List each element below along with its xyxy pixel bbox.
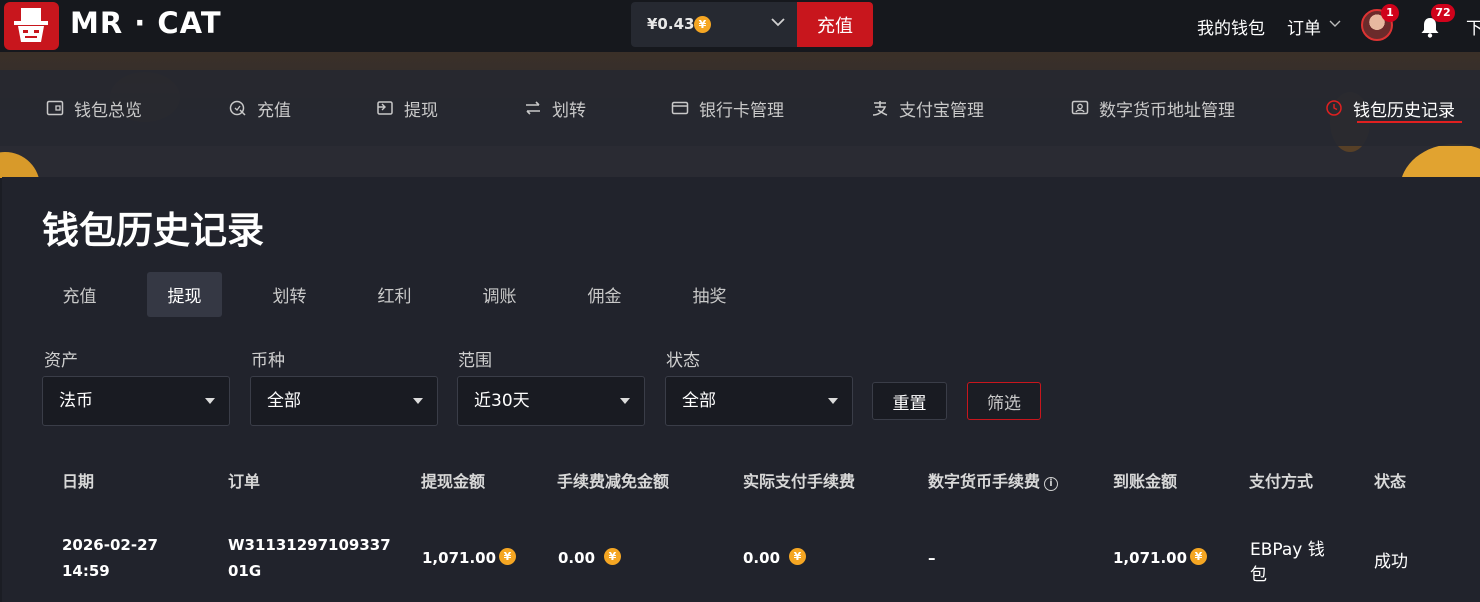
currency-select-value: 全部 bbox=[267, 391, 301, 411]
coin-icon: ¥ bbox=[604, 548, 621, 565]
range-select[interactable]: 近30天 bbox=[457, 376, 645, 426]
asset-filter-label: 资产 bbox=[44, 351, 78, 371]
caret-down-icon bbox=[620, 398, 630, 404]
decor-shape bbox=[0, 152, 40, 178]
wallet-nav-label: 充值 bbox=[257, 100, 291, 121]
logo[interactable] bbox=[4, 2, 59, 50]
my-wallet-link[interactable]: 我的钱包 bbox=[1197, 14, 1265, 39]
row-payment-method-cont: 包 bbox=[1250, 565, 1267, 585]
row-crypto-fee: – bbox=[928, 549, 936, 567]
notification-badge: 72 bbox=[1431, 4, 1455, 22]
column-header-received: 到账金额 bbox=[1113, 472, 1178, 491]
wallet-nav-label: 支付宝管理 bbox=[899, 100, 984, 121]
wallet-nav: 钱包总览 充值 提现 划转 银行卡管理 支付宝管理 数字货币地址管理 钱包历史记… bbox=[0, 70, 1480, 146]
status-select-value: 全部 bbox=[682, 391, 716, 411]
wallet-nav-label: 钱包历史记录 bbox=[1353, 100, 1455, 121]
row-order-number-cont: 01G bbox=[228, 562, 262, 580]
filter-button[interactable]: 筛选 bbox=[967, 382, 1041, 420]
chevron-down-icon bbox=[1329, 20, 1341, 27]
history-clock-icon bbox=[1326, 100, 1342, 116]
wallet-nav-overview[interactable]: 钱包总览 bbox=[46, 70, 142, 146]
tab-withdraw[interactable]: 提现 bbox=[147, 272, 222, 317]
caret-down-icon bbox=[205, 398, 215, 404]
alipay-icon bbox=[872, 101, 888, 116]
wallet-icon bbox=[46, 100, 64, 116]
orders-menu[interactable]: 订单 bbox=[1287, 14, 1321, 39]
row-fee-waived: 0.00 bbox=[558, 549, 596, 567]
caret-down-icon bbox=[828, 398, 838, 404]
tab-transfer[interactable]: 划转 bbox=[252, 272, 327, 317]
info-icon[interactable]: i bbox=[1044, 477, 1059, 491]
wallet-nav-withdraw[interactable]: 提现 bbox=[376, 70, 438, 146]
column-header-fee-paid: 实际支付手续费 bbox=[743, 472, 856, 491]
row-fee-paid: 0.00 bbox=[743, 549, 781, 567]
status-select[interactable]: 全部 bbox=[665, 376, 853, 426]
row-order-number: W31131297109337 bbox=[228, 536, 391, 554]
wallet-nav-bank-card[interactable]: 银行卡管理 bbox=[671, 70, 784, 146]
wallet-nav-label: 银行卡管理 bbox=[699, 100, 784, 121]
tab-deposit[interactable]: 充值 bbox=[42, 272, 117, 317]
bank-card-icon bbox=[671, 101, 689, 115]
column-header-amount: 提现金额 bbox=[421, 472, 486, 491]
tab-lottery[interactable]: 抽奖 bbox=[672, 272, 747, 317]
column-header-status: 状态 bbox=[1374, 472, 1407, 491]
coin-icon: ¥ bbox=[694, 16, 711, 33]
column-header-crypto-fee-text: 数字货币手续费 bbox=[928, 472, 1041, 491]
status-filter-label: 状态 bbox=[666, 351, 700, 371]
crypto-address-icon bbox=[1071, 100, 1089, 115]
top-bar: MR · CAT ¥0.43 ¥ 充值 我的钱包 订单 1 72 下 bbox=[0, 0, 1480, 52]
page-title: 钱包历史记录 bbox=[42, 209, 264, 252]
deposit-icon bbox=[229, 100, 246, 116]
row-date: 2026-02-27 bbox=[62, 536, 158, 554]
column-header-method: 支付方式 bbox=[1249, 472, 1314, 491]
coin-icon: ¥ bbox=[789, 548, 806, 565]
caret-down-icon bbox=[413, 398, 423, 404]
row-time: 14:59 bbox=[62, 562, 110, 580]
recharge-button[interactable]: 充值 bbox=[797, 2, 873, 47]
row-received: 1,071.00 bbox=[1113, 549, 1188, 567]
cat-hat-logo-icon bbox=[14, 8, 48, 42]
row-amount: 1,071.00 bbox=[422, 549, 497, 567]
active-nav-underline bbox=[1357, 121, 1462, 123]
range-select-value: 近30天 bbox=[474, 391, 530, 411]
column-header-crypto-fee: 数字货币手续费 i bbox=[928, 468, 1059, 492]
row-payment-method: EBPay 钱 bbox=[1250, 540, 1325, 560]
column-header-date: 日期 bbox=[62, 472, 95, 491]
coin-icon: ¥ bbox=[1190, 548, 1207, 565]
coin-icon: ¥ bbox=[499, 548, 516, 565]
wallet-nav-alipay[interactable]: 支付宝管理 bbox=[871, 70, 984, 146]
avatar-badge: 1 bbox=[1381, 4, 1399, 22]
wallet-nav-label: 钱包总览 bbox=[74, 100, 142, 121]
reset-button[interactable]: 重置 bbox=[872, 382, 947, 420]
decor-shape bbox=[1400, 144, 1480, 178]
asset-select-value: 法币 bbox=[59, 391, 93, 411]
wallet-nav-transfer[interactable]: 划转 bbox=[524, 70, 586, 146]
cut-off-menu-text[interactable]: 下 bbox=[1466, 14, 1480, 39]
column-header-fee-waived: 手续费减免金额 bbox=[557, 472, 670, 491]
range-filter-label: 范围 bbox=[458, 351, 492, 371]
column-header-order: 订单 bbox=[228, 472, 261, 491]
wallet-nav-label: 数字货币地址管理 bbox=[1099, 100, 1235, 121]
brand-name: MR · CAT bbox=[70, 6, 222, 40]
row-status: 成功 bbox=[1374, 552, 1408, 572]
chevron-down-icon[interactable] bbox=[770, 14, 786, 30]
tab-commission[interactable]: 佣金 bbox=[567, 272, 642, 317]
currency-filter-label: 币种 bbox=[251, 351, 285, 371]
wallet-nav-label: 划转 bbox=[552, 100, 586, 121]
tab-bonus[interactable]: 红利 bbox=[357, 272, 432, 317]
wallet-nav-label: 提现 bbox=[404, 100, 438, 121]
balance-amount: ¥0.43 bbox=[647, 15, 695, 33]
tab-adjustment[interactable]: 调账 bbox=[462, 272, 537, 317]
wallet-nav-crypto-address[interactable]: 数字货币地址管理 bbox=[1071, 70, 1235, 146]
wallet-nav-history[interactable]: 钱包历史记录 bbox=[1325, 70, 1455, 146]
withdraw-icon bbox=[377, 101, 393, 115]
transfer-icon bbox=[526, 101, 540, 115]
wallet-nav-deposit[interactable]: 充值 bbox=[229, 70, 291, 146]
currency-select[interactable]: 全部 bbox=[250, 376, 438, 426]
asset-select[interactable]: 法币 bbox=[42, 376, 230, 426]
